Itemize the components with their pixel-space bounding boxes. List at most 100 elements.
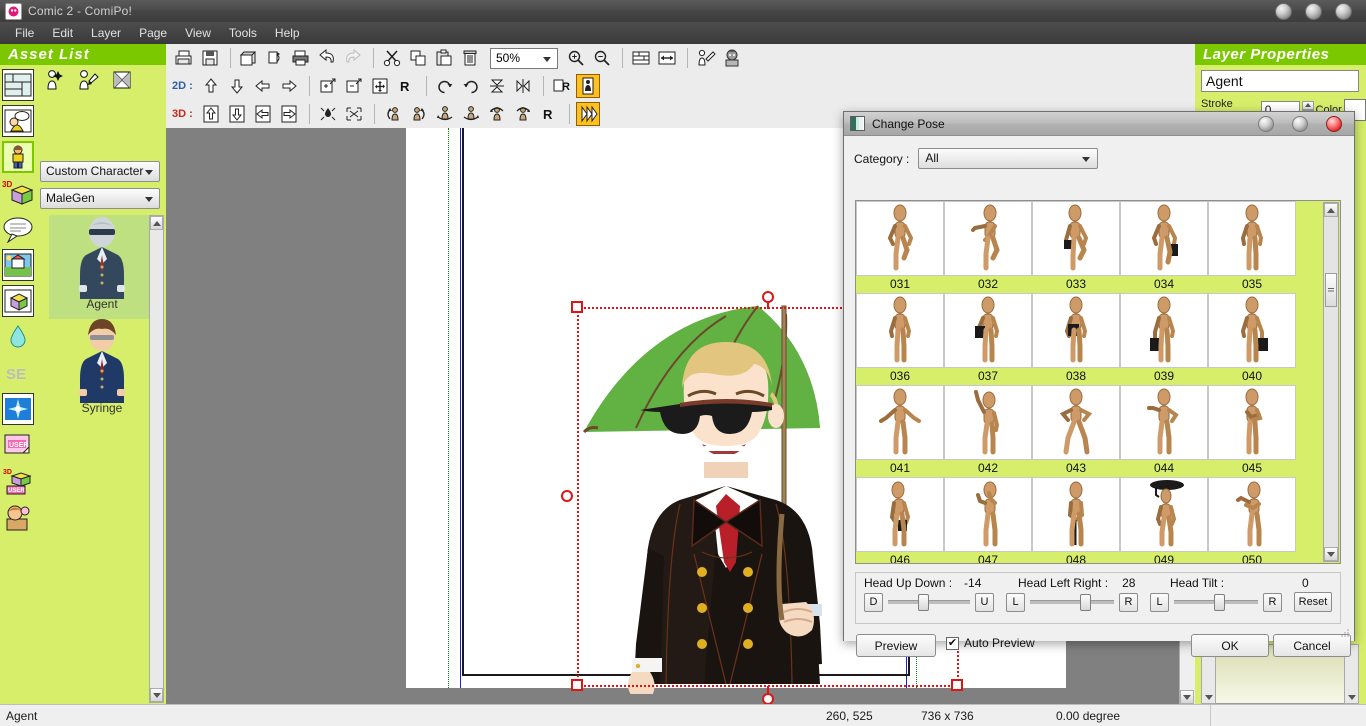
pose-cell[interactable]: 036	[856, 293, 944, 385]
auto-preview-row[interactable]: ✔ Auto Preview	[946, 636, 1035, 650]
prop-icon[interactable]	[2, 285, 34, 317]
pose-cell[interactable]: 044	[1120, 385, 1208, 477]
pose-thumbnail[interactable]	[944, 477, 1032, 552]
preview-button[interactable]: Preview	[856, 634, 936, 657]
head-up-down-increase-button[interactable]: U	[975, 593, 994, 612]
copy-page-icon[interactable]	[237, 46, 261, 70]
spin-right-icon[interactable]	[511, 102, 535, 126]
print-icon[interactable]	[289, 46, 313, 70]
selection-handle-left-mid[interactable]	[561, 490, 573, 502]
scrollbar-thumb[interactable]	[1325, 273, 1337, 307]
close-button[interactable]	[1335, 3, 1352, 20]
pose-cell[interactable]: 038	[1032, 293, 1120, 385]
move-closer-icon[interactable]	[316, 102, 340, 126]
fit-width-icon[interactable]	[655, 46, 679, 70]
dialog-maximize-button[interactable]	[1292, 116, 1308, 132]
pose-grid-scrollbar[interactable]	[1323, 202, 1339, 562]
tilt-back-icon[interactable]	[459, 102, 483, 126]
move-left-3d-icon[interactable]	[251, 102, 275, 126]
delete-icon[interactable]	[458, 46, 482, 70]
change-pose-3d-icon[interactable]	[576, 102, 600, 126]
menu-help[interactable]: Help	[266, 24, 309, 42]
pose-thumbnail[interactable]	[856, 201, 944, 276]
scroll-down-icon[interactable]	[150, 688, 163, 702]
user-character-icon[interactable]	[2, 501, 34, 533]
dialog-close-button[interactable]	[1326, 116, 1342, 132]
head-tilt-decrease-button[interactable]: L	[1150, 593, 1169, 612]
menu-file[interactable]: File	[6, 24, 43, 42]
head-up-down-knob[interactable]	[918, 594, 929, 611]
pose-cell[interactable]: 049	[1120, 477, 1208, 564]
user-3d-icon[interactable]: 3DUSER	[2, 465, 34, 497]
background-icon[interactable]	[2, 249, 34, 281]
pose-thumbnail[interactable]	[944, 385, 1032, 460]
pose-thumbnail[interactable]	[856, 477, 944, 552]
balloon-icon[interactable]	[2, 105, 34, 137]
panel-layout-icon[interactable]	[2, 69, 34, 101]
zoom-in-icon[interactable]	[564, 46, 588, 70]
pose-cell[interactable]: 037	[944, 293, 1032, 385]
redo-icon[interactable]	[341, 46, 365, 70]
scroll-up-icon[interactable]	[1324, 203, 1338, 217]
pose-cell[interactable]: 048	[1032, 477, 1120, 564]
menu-view[interactable]: View	[176, 24, 220, 42]
rotation-handle-top[interactable]	[762, 291, 774, 303]
scroll-down-icon[interactable]	[1180, 690, 1194, 704]
rotation-handle-bottom[interactable]	[762, 693, 774, 704]
pose-thumbnail[interactable]	[1208, 201, 1296, 276]
pose-cell[interactable]: 045	[1208, 385, 1296, 477]
edit-character-icon[interactable]	[76, 68, 100, 92]
sound-effect-icon[interactable]: SE	[2, 357, 34, 389]
new-page-icon[interactable]	[172, 46, 196, 70]
head-left-right-increase-button[interactable]: R	[1119, 593, 1138, 612]
minimize-button[interactable]	[1275, 3, 1292, 20]
zoom-level-dropdown[interactable]: 50%	[490, 48, 558, 69]
item-3d-icon[interactable]: 3D	[2, 177, 34, 209]
asset-list-scrollbar[interactable]	[149, 215, 164, 703]
rotate-3d-right-icon[interactable]	[407, 102, 431, 126]
move-down-3d-icon[interactable]	[225, 102, 249, 126]
pose-thumbnail[interactable]	[856, 293, 944, 368]
add-character-icon[interactable]	[42, 68, 66, 92]
pose-thumbnail[interactable]	[1032, 477, 1120, 552]
pose-thumbnail[interactable]	[1120, 477, 1208, 552]
selection-handle-top-left[interactable]	[571, 301, 583, 313]
move-up-3d-icon[interactable]	[199, 102, 223, 126]
move-left-2d-icon[interactable]	[251, 74, 275, 98]
pose-cell[interactable]: 046	[856, 477, 944, 564]
asset-model-dropdown[interactable]: MaleGen	[40, 188, 160, 209]
auto-preview-checkbox[interactable]: ✔	[946, 637, 959, 650]
pose-thumbnail[interactable]	[1120, 201, 1208, 276]
move-farther-icon[interactable]	[342, 102, 366, 126]
flip-vertical-icon[interactable]	[485, 74, 509, 98]
list-item[interactable]: Agent	[49, 215, 155, 319]
save-icon[interactable]	[198, 46, 222, 70]
head-tilt-slider[interactable]	[1174, 593, 1258, 612]
pose-cell[interactable]: 034	[1120, 201, 1208, 293]
pen-tool-icon[interactable]	[694, 46, 718, 70]
copy-icon[interactable]	[406, 46, 430, 70]
pose-cell[interactable]: 031	[856, 201, 944, 293]
move-right-3d-icon[interactable]	[277, 102, 301, 126]
head-up-down-slider[interactable]	[888, 593, 970, 612]
pose-thumbnail[interactable]	[1208, 385, 1296, 460]
rotate-3d-left-icon[interactable]	[381, 102, 405, 126]
pose-cell[interactable]: 040	[1208, 293, 1296, 385]
move-up-2d-icon[interactable]	[199, 74, 223, 98]
zoom-out-icon[interactable]	[590, 46, 614, 70]
asset-items-list[interactable]: Agent	[40, 215, 164, 703]
head-left-right-knob[interactable]	[1080, 594, 1091, 611]
head-left-right-slider[interactable]	[1030, 593, 1114, 612]
pose-cell[interactable]: 033	[1032, 201, 1120, 293]
pose-cell[interactable]: 035	[1208, 201, 1296, 293]
pose-cell[interactable]: 042	[944, 385, 1032, 477]
effect-drop-icon[interactable]	[2, 321, 34, 353]
selection-handle-bottom-right[interactable]	[951, 679, 963, 691]
resize-grip-icon[interactable]	[1339, 627, 1351, 639]
reset-flip-icon[interactable]: R	[550, 74, 574, 98]
reset-3d-icon[interactable]: R	[537, 102, 561, 126]
head-left-right-decrease-button[interactable]: L	[1006, 593, 1025, 612]
change-pose-dialog[interactable]: Change Pose Category : All	[843, 111, 1355, 641]
dialog-minimize-button[interactable]	[1258, 116, 1274, 132]
delete-character-icon[interactable]	[110, 68, 134, 92]
